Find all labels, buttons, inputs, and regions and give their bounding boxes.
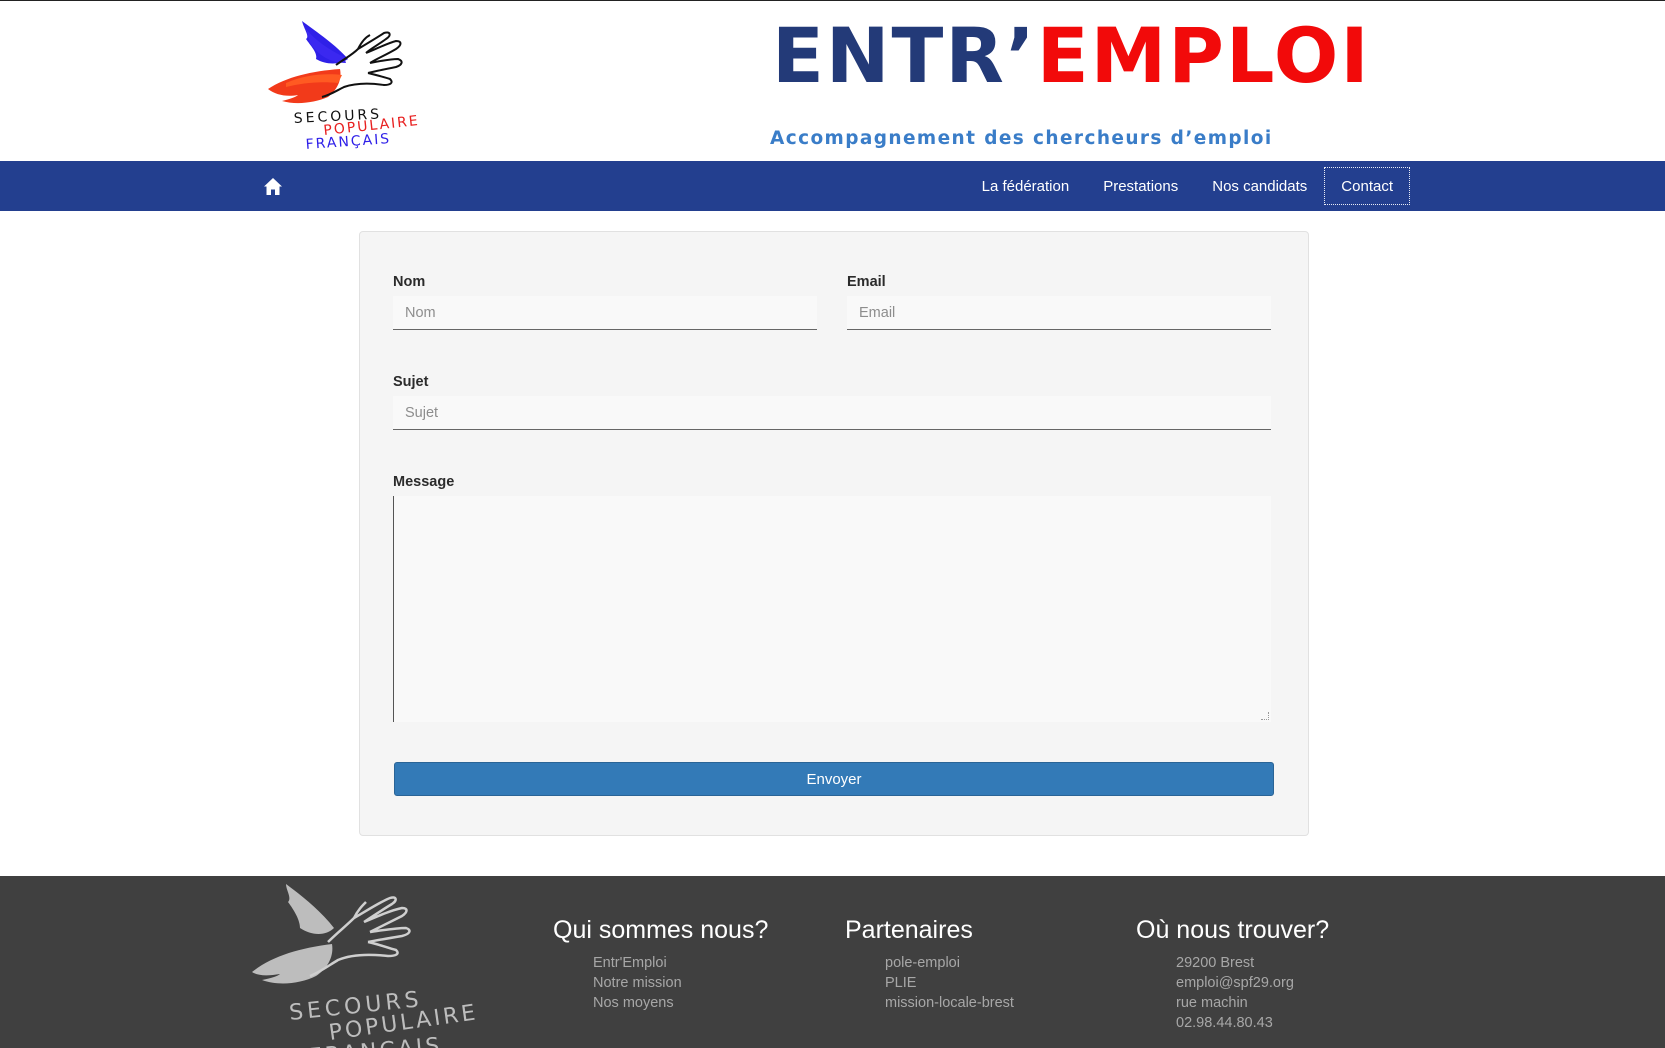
nav-links: La fédération Prestations Nos candidats … [965,167,1410,205]
footer-col-title: Où nous trouver? [1136,916,1330,944]
site-tagline: Accompagnement des chercheurs d’emploi [770,128,1273,149]
nav-item-contact[interactable]: Contact [1324,167,1410,205]
footer-col-title: Partenaires [845,916,973,944]
envoyer-button[interactable]: Envoyer [394,762,1274,796]
message-textarea[interactable] [393,496,1271,722]
sujet-label: Sujet [393,374,429,390]
contact-form-panel: Nom Email Sujet Message Envoyer [359,231,1309,836]
footer-link-nos-moyens[interactable]: Nos moyens [593,993,768,1013]
home-icon[interactable] [263,177,283,196]
footer-link-entremploi[interactable]: Entr'Emploi [593,953,768,973]
message-textarea-wrapper [393,496,1271,722]
footer-col-ou-nous-trouver: Où nous trouver? 29200 Brest emploi@spf2… [1136,916,1329,1033]
resize-grip-icon[interactable] [1261,712,1269,720]
footer-secours-populaire-logo: SECOURS POPULAIRE FRANÇAIS [252,884,480,1048]
footer-address-city: 29200 Brest [1176,955,1255,971]
main-navbar: La fédération Prestations Nos candidats … [0,161,1665,211]
email-input[interactable] [847,296,1271,330]
footer-link-pole-emploi[interactable]: pole-emploi [885,953,1014,973]
footer-link-notre-mission[interactable]: Notre mission [593,973,768,993]
sujet-input[interactable] [393,396,1271,430]
nom-input[interactable] [393,296,817,330]
message-label: Message [393,474,455,490]
brand-part-blue: ENTR’ [772,11,1037,100]
site-footer: SECOURS POPULAIRE FRANÇAIS Qui sommes no… [0,876,1665,1048]
brand-part-red: EMPLOI [1036,11,1371,100]
footer-email-link[interactable]: emploi@spf29.org [1176,973,1329,993]
svg-text:FRANÇAIS: FRANÇAIS [305,131,392,153]
site-brand-title: ENTR’EMPLOI [772,11,1371,101]
nom-label: Nom [393,274,426,290]
footer-link-plie[interactable]: PLIE [885,973,1014,993]
email-label: Email [847,274,886,290]
footer-col-qui-sommes-nous: Qui sommes nous? Entr'Emploi Notre missi… [553,916,768,1013]
secours-populaire-logo[interactable]: SECOURS POPULAIRE FRANÇAIS [266,19,436,154]
footer-address-street: rue machin [1176,995,1248,1011]
footer-link-mission-locale[interactable]: mission-locale-brest [885,993,1014,1013]
footer-phone: 02.98.44.80.43 [1176,1015,1273,1031]
nav-item-federation[interactable]: La fédération [965,167,1087,205]
nav-item-prestations[interactable]: Prestations [1086,167,1195,205]
footer-col-title: Qui sommes nous? [553,916,769,944]
footer-col-partenaires: Partenaires pole-emploi PLIE mission-loc… [845,916,1014,1013]
nav-item-candidats[interactable]: Nos candidats [1195,167,1324,205]
site-header: SECOURS POPULAIRE FRANÇAIS ENTR’EMPLOI A… [0,0,1665,161]
